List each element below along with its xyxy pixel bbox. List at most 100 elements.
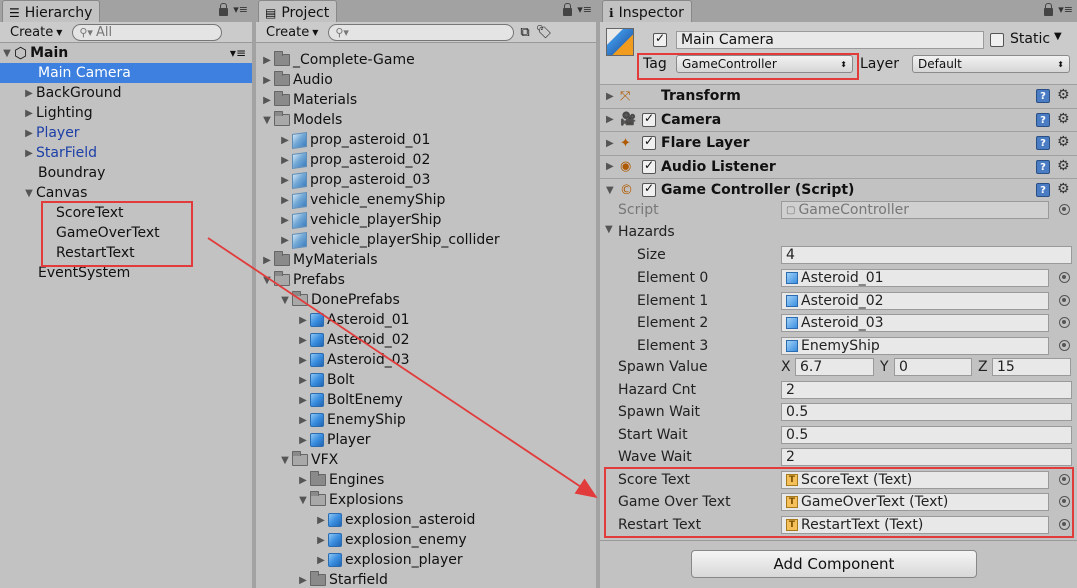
project-item[interactable]: ▶ vehicle_enemyShip bbox=[278, 190, 445, 210]
expand-arrow-icon[interactable]: ▶ bbox=[296, 475, 310, 486]
expand-arrow-icon[interactable]: ▼ bbox=[278, 455, 292, 466]
expand-arrow-icon[interactable]: ▶ bbox=[22, 128, 36, 139]
project-item[interactable]: ▶ prop_asteroid_01 bbox=[278, 130, 430, 150]
hierarchy-item-player[interactable]: ▶ Player bbox=[22, 123, 79, 143]
scene-row[interactable]: ▼ ⬡ Main ▾≡ bbox=[0, 43, 252, 63]
project-item[interactable]: ▶ Asteroid_02 bbox=[296, 330, 409, 350]
expand-arrow-icon[interactable]: ▶ bbox=[278, 195, 292, 206]
script-field[interactable]: ▢ GameController bbox=[781, 201, 1049, 219]
gear-icon[interactable]: ⚙ bbox=[1057, 87, 1070, 103]
object-picker-icon[interactable] bbox=[1059, 496, 1070, 507]
gear-icon[interactable]: ⚙ bbox=[1057, 111, 1070, 127]
spawn-y-field[interactable]: 0 bbox=[894, 358, 972, 376]
project-item[interactable]: ▶ EnemyShip bbox=[296, 410, 406, 430]
hierarchy-item-gameovertext[interactable]: GameOverText bbox=[56, 223, 160, 243]
object-picker-icon[interactable] bbox=[1059, 474, 1070, 485]
hierarchy-item-lighting[interactable]: ▶ Lighting bbox=[22, 103, 92, 123]
help-icon[interactable]: ? bbox=[1036, 89, 1050, 103]
project-item[interactable]: ▶ Materials bbox=[260, 90, 357, 110]
hierarchy-item-starfield[interactable]: ▶ StarField bbox=[22, 143, 97, 163]
gear-icon[interactable]: ⚙ bbox=[1057, 181, 1070, 197]
expand-arrow-icon[interactable]: ▶ bbox=[606, 161, 614, 172]
hazard-cnt-field[interactable]: 2 bbox=[781, 381, 1072, 399]
expand-arrow-icon[interactable]: ▶ bbox=[278, 175, 292, 186]
expand-arrow-icon[interactable]: ▼ bbox=[606, 185, 614, 196]
expand-arrow-icon[interactable]: ▶ bbox=[260, 55, 274, 66]
object-picker-icon[interactable] bbox=[1059, 519, 1070, 530]
hierarchy-item-boundray[interactable]: Boundray bbox=[38, 163, 105, 183]
project-item[interactable]: ▶ Engines bbox=[296, 470, 384, 490]
expand-arrow-icon[interactable]: ▼ bbox=[260, 115, 274, 126]
expand-arrow-icon[interactable]: ▶ bbox=[314, 535, 328, 546]
lock-icon[interactable] bbox=[563, 3, 573, 16]
element-field[interactable]: Asteroid_03 bbox=[781, 314, 1049, 332]
layer-dropdown[interactable]: Default ⬍ bbox=[912, 55, 1070, 73]
project-item[interactable]: ▶ Bolt bbox=[296, 370, 354, 390]
expand-arrow-icon[interactable]: ▶ bbox=[314, 515, 328, 526]
project-item[interactable]: ▶ Asteroid_01 bbox=[296, 310, 409, 330]
expand-arrow-icon[interactable]: ▶ bbox=[296, 375, 310, 386]
project-item[interactable]: ▼ VFX bbox=[278, 450, 338, 470]
create-button[interactable]: Create ▼ bbox=[262, 25, 322, 40]
project-item[interactable]: ▶ vehicle_playerShip bbox=[278, 210, 441, 230]
object-picker-icon[interactable] bbox=[1059, 272, 1070, 283]
component-enabled-checkbox[interactable] bbox=[642, 158, 656, 174]
gear-icon[interactable]: ⚙ bbox=[1057, 134, 1070, 150]
project-item[interactable]: ▼ DonePrefabs bbox=[278, 290, 400, 310]
project-item[interactable]: ▼ Explosions bbox=[296, 490, 403, 510]
project-item[interactable]: ▼ Models bbox=[260, 110, 342, 130]
expand-arrow-icon[interactable]: ▶ bbox=[296, 415, 310, 426]
hierarchy-item-scoretext[interactable]: ScoreText bbox=[56, 203, 124, 223]
expand-arrow-icon[interactable]: ▼ bbox=[22, 188, 36, 199]
component-header[interactable]: ▶ 🎥 Camera? ⚙ bbox=[600, 107, 1077, 131]
tag-dropdown[interactable]: GameController ⬍ bbox=[676, 55, 853, 73]
expand-arrow-icon[interactable]: ▶ bbox=[278, 215, 292, 226]
component-header[interactable]: ▶ ✦ Flare Layer? ⚙ bbox=[600, 131, 1077, 154]
project-item[interactable]: ▶ explosion_asteroid bbox=[314, 510, 475, 530]
hierarchy-item-canvas[interactable]: ▼ Canvas bbox=[22, 183, 87, 203]
component-enabled-checkbox[interactable] bbox=[642, 181, 656, 198]
expand-arrow-icon[interactable]: ▶ bbox=[606, 91, 614, 102]
gear-icon[interactable]: ⚙ bbox=[1057, 158, 1070, 174]
help-icon[interactable]: ? bbox=[1036, 136, 1050, 151]
expand-arrow-icon[interactable]: ▶ bbox=[296, 315, 310, 326]
expand-arrow-icon[interactable]: ▶ bbox=[296, 575, 310, 586]
filter-by-type-icon[interactable]: ⧉ bbox=[520, 25, 529, 40]
expand-arrow-icon[interactable]: ▶ bbox=[22, 108, 36, 119]
active-checkbox[interactable] bbox=[653, 31, 667, 47]
project-item[interactable]: ▶ Asteroid_03 bbox=[296, 350, 409, 370]
menu-icon[interactable]: ▾≡ bbox=[1058, 3, 1073, 16]
project-item[interactable]: ▼ Prefabs bbox=[260, 270, 345, 290]
component-header[interactable]: ▶ ◉ Audio Listener? ⚙ bbox=[600, 154, 1077, 178]
project-item[interactable]: ▶ explosion_player bbox=[314, 550, 463, 570]
hierarchy-item-main-camera[interactable]: Main Camera bbox=[0, 63, 252, 83]
game-over-text-field[interactable]: T GameOverText (Text) bbox=[781, 493, 1049, 511]
project-search-input[interactable]: ⚲▾ bbox=[328, 23, 515, 41]
component-enabled-checkbox[interactable] bbox=[642, 111, 656, 127]
tab-inspector[interactable]: ℹ Inspector bbox=[602, 0, 692, 22]
filter-by-label-icon[interactable]: 🏷 bbox=[536, 25, 553, 40]
hierarchy-item-eventsystem[interactable]: EventSystem bbox=[38, 263, 130, 283]
static-dropdown-icon[interactable]: ▼ bbox=[1054, 31, 1062, 42]
project-item[interactable]: ▶ prop_asteroid_02 bbox=[278, 150, 430, 170]
project-item[interactable]: ▶ _Complete-Game bbox=[260, 50, 415, 70]
object-picker-icon[interactable] bbox=[1059, 204, 1070, 215]
help-icon[interactable]: ? bbox=[1036, 112, 1050, 127]
lock-icon[interactable] bbox=[219, 3, 229, 16]
start-wait-field[interactable]: 0.5 bbox=[781, 426, 1072, 444]
element-field[interactable]: Asteroid_02 bbox=[781, 291, 1049, 310]
add-component-button[interactable]: Add Component bbox=[691, 550, 977, 578]
expand-arrow-icon[interactable]: ▶ bbox=[22, 148, 36, 159]
project-item[interactable]: ▶ explosion_enemy bbox=[314, 530, 467, 550]
element-field[interactable]: EnemyShip bbox=[781, 336, 1049, 355]
expand-arrow-icon[interactable]: ▼ bbox=[0, 48, 14, 59]
expand-arrow-icon[interactable]: ▶ bbox=[296, 355, 310, 366]
project-item[interactable]: ▶ Starfield bbox=[296, 570, 388, 588]
menu-icon[interactable]: ▾≡ bbox=[233, 3, 248, 16]
expand-arrow-icon[interactable]: ▶ bbox=[278, 135, 292, 146]
expand-arrow-icon[interactable]: ▶ bbox=[296, 335, 310, 346]
hierarchy-search-input[interactable]: ⚲▾ All bbox=[72, 23, 223, 41]
project-item[interactable]: ▶ Audio bbox=[260, 70, 333, 90]
spawn-wait-field[interactable]: 0.5 bbox=[781, 403, 1072, 421]
spawn-z-field[interactable]: 15 bbox=[992, 358, 1071, 376]
